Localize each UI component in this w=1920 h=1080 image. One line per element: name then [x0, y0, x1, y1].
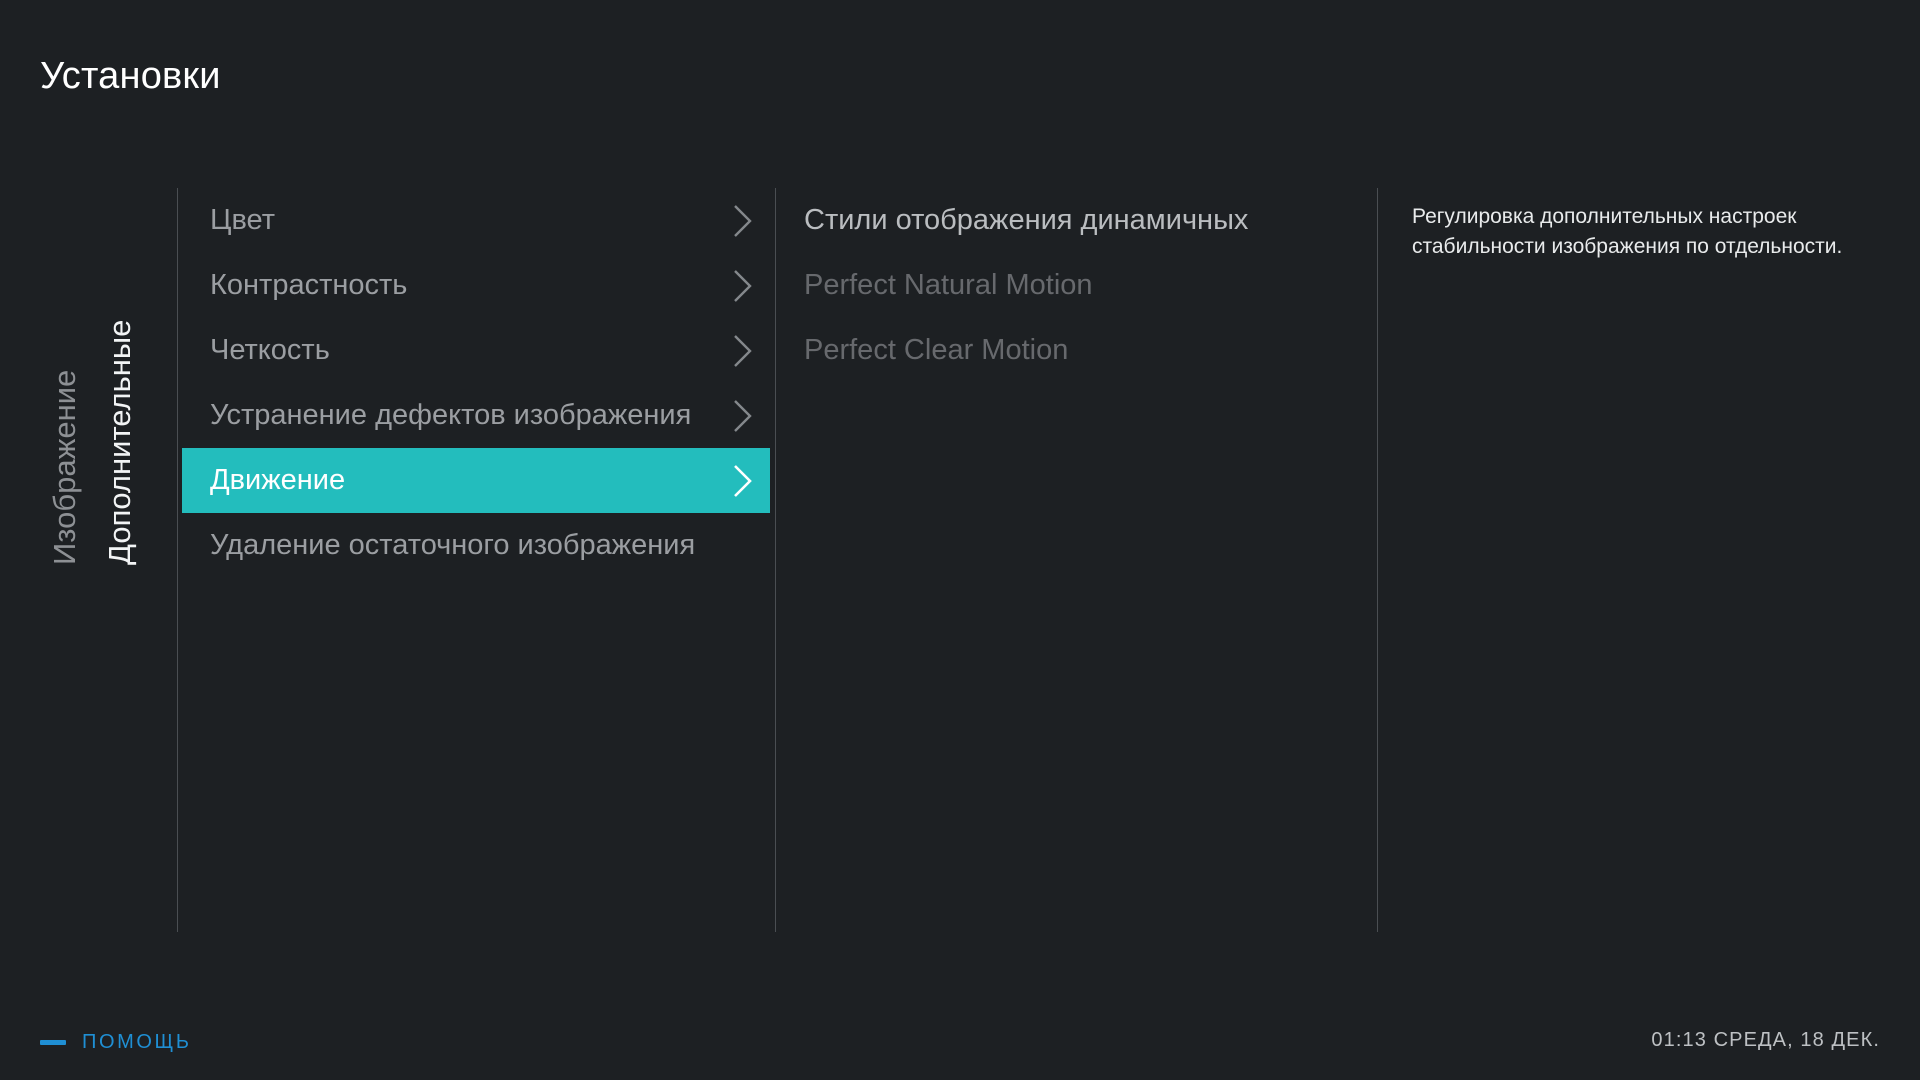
- clock-date: 01:13 СРЕДА, 18 ДЕК.: [1651, 1030, 1880, 1050]
- submenu-item-color[interactable]: Цвет: [182, 188, 770, 253]
- option-item-label: Perfect Natural Motion: [804, 271, 1093, 300]
- submenu-item-label: Движение: [210, 466, 716, 495]
- column-divider-2: [775, 188, 776, 932]
- category-rail: Изображение Дополнительные: [0, 180, 180, 940]
- page-title: Установки: [40, 57, 221, 95]
- submenu-item-label: Контрастность: [210, 271, 716, 300]
- chevron-right-icon: [716, 204, 770, 238]
- submenu-list: Цвет Контрастность Четкость Устранение д…: [182, 188, 770, 578]
- column-divider-1: [177, 188, 178, 932]
- option-item-label: Стили отображения динамичных: [804, 206, 1248, 235]
- chevron-right-icon: [716, 399, 770, 433]
- rail-item-advanced[interactable]: Дополнительные: [104, 320, 135, 565]
- submenu-item-image-retention[interactable]: Удаление остаточного изображения: [182, 513, 770, 578]
- submenu-item-noise-reduction[interactable]: Устранение дефектов изображения: [182, 383, 770, 448]
- submenu-item-label: Удаление остаточного изображения: [210, 531, 716, 560]
- help-button[interactable]: ПОМОЩЬ: [40, 1032, 192, 1052]
- option-item-perfect-natural-motion[interactable]: Perfect Natural Motion: [780, 253, 1374, 318]
- submenu-item-label: Четкость: [210, 336, 716, 365]
- submenu-item-sharpness[interactable]: Четкость: [182, 318, 770, 383]
- description-panel: Регулировка дополнительных настроек стаб…: [1412, 202, 1882, 262]
- dash-icon: [40, 1040, 66, 1045]
- submenu-item-motion[interactable]: Движение: [182, 448, 770, 513]
- rail-item-image[interactable]: Изображение: [49, 370, 80, 565]
- column-divider-3: [1377, 188, 1378, 932]
- tv-settings-screen: Установки Изображение Дополнительные Цве…: [0, 0, 1920, 1080]
- submenu-item-contrast[interactable]: Контрастность: [182, 253, 770, 318]
- description-text: Регулировка дополнительных настроек стаб…: [1412, 202, 1882, 262]
- submenu-item-label: Устранение дефектов изображения: [210, 401, 716, 430]
- option-list: Стили отображения динамичных Perfect Nat…: [780, 188, 1374, 383]
- submenu-item-label: Цвет: [210, 206, 716, 235]
- chevron-right-icon: [716, 334, 770, 368]
- help-label: ПОМОЩЬ: [82, 1032, 192, 1052]
- chevron-right-icon: [716, 269, 770, 303]
- option-item-motion-styles[interactable]: Стили отображения динамичных: [780, 188, 1374, 253]
- option-item-label: Perfect Clear Motion: [804, 336, 1068, 365]
- chevron-right-icon: [716, 464, 770, 498]
- option-item-perfect-clear-motion[interactable]: Perfect Clear Motion: [780, 318, 1374, 383]
